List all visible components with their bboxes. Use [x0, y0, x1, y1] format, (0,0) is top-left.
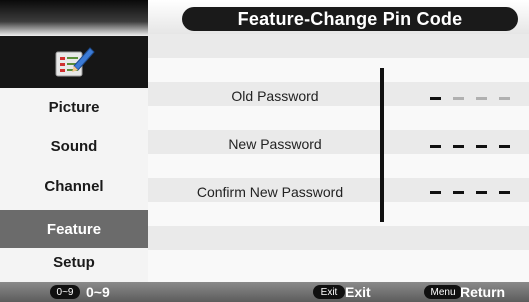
row-band	[148, 250, 529, 282]
row-band	[148, 106, 529, 130]
row-band	[148, 202, 529, 226]
pin-digit	[499, 97, 510, 100]
digits-hint: 0~9	[86, 284, 110, 300]
confirm-password-field[interactable]	[430, 191, 510, 194]
row-band	[148, 58, 529, 82]
pin-digit	[430, 145, 441, 148]
vertical-divider	[380, 68, 384, 222]
return-hint: Return	[460, 284, 506, 300]
pin-digit	[430, 97, 441, 100]
exit-hint: Exit	[345, 284, 371, 300]
sidebar-top-gradient	[0, 0, 148, 36]
exit-key-icon[interactable]: Exit	[313, 285, 345, 299]
sidebar-item-picture[interactable]: Picture	[0, 88, 148, 126]
pin-digit	[476, 145, 487, 148]
new-password-field[interactable]	[430, 145, 510, 148]
pin-digit	[430, 191, 441, 194]
pin-digit	[499, 145, 510, 148]
pin-digit	[476, 97, 487, 100]
sidebar-item-setup[interactable]: Setup	[0, 243, 148, 281]
old-password-field[interactable]	[430, 97, 510, 100]
checklist-pencil-icon	[55, 47, 95, 77]
new-password-label: New Password	[228, 136, 322, 152]
page-title: Feature-Change Pin Code	[182, 7, 518, 31]
pin-digit	[453, 191, 464, 194]
row-band	[148, 34, 529, 58]
pin-digit	[499, 191, 510, 194]
menu-key-icon[interactable]: Menu	[424, 285, 462, 299]
pin-digit	[476, 191, 487, 194]
sidebar: Picture Sound Channel Feature Setup	[0, 0, 148, 302]
digits-key-icon: 0~9	[50, 285, 80, 299]
row-band	[148, 226, 529, 250]
sidebar-item-sound[interactable]: Sound	[0, 127, 148, 165]
row-band	[148, 154, 529, 178]
sidebar-item-channel[interactable]: Channel	[0, 167, 148, 205]
old-password-label: Old Password	[231, 88, 319, 104]
pin-digit	[453, 145, 464, 148]
confirm-password-label: Confirm New Password	[196, 184, 344, 200]
pin-digit	[453, 97, 464, 100]
menu-icon-tile	[0, 36, 148, 88]
